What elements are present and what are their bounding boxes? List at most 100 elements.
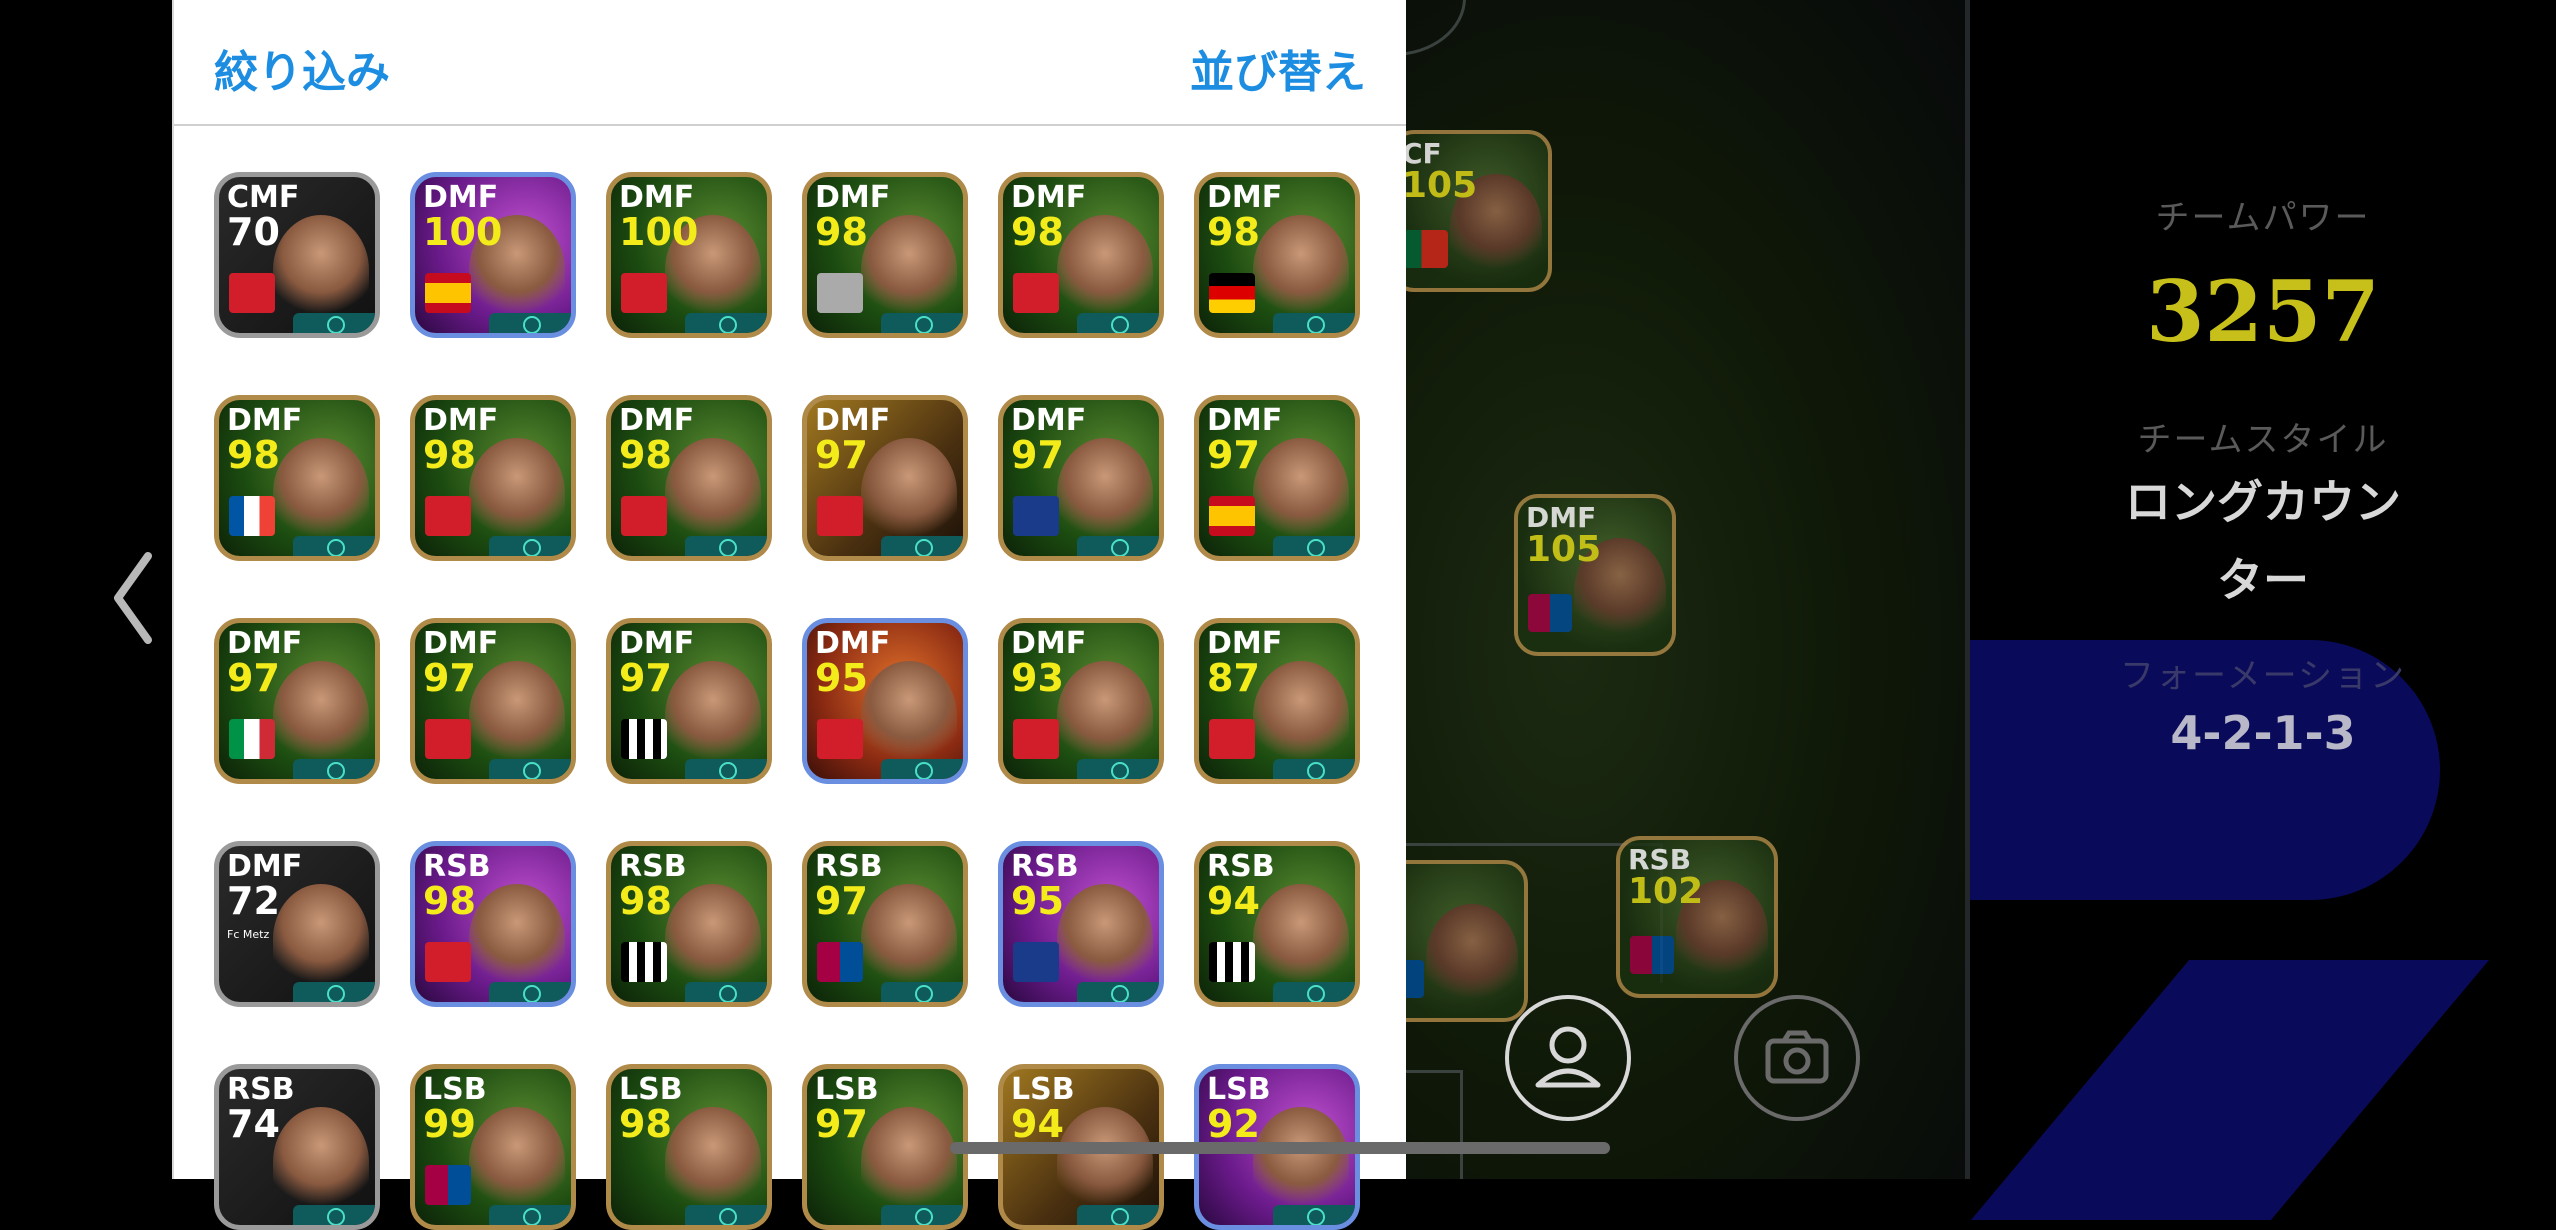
player-position: DMF <box>227 849 303 884</box>
player-rating: 98 <box>619 879 672 923</box>
player-rating: 95 <box>1011 879 1064 923</box>
player-portrait <box>469 884 565 994</box>
player-portrait <box>665 661 761 771</box>
club-crest-icon <box>1013 719 1059 759</box>
player-position: DMF <box>1011 403 1087 438</box>
pitch-player-card[interactable]: DMF 105 <box>1514 494 1676 656</box>
player-rating: 100 <box>619 210 699 254</box>
pitch-line <box>1460 1070 1463 1179</box>
home-indicator[interactable] <box>950 1142 1610 1154</box>
player-card[interactable]: RSB 94 <box>1194 841 1360 1007</box>
player-rating: 98 <box>227 433 280 477</box>
player-card[interactable]: CMF 70 <box>214 172 380 338</box>
player-card[interactable]: DMF 100 <box>410 172 576 338</box>
player-card[interactable]: LSB 98 <box>606 1064 772 1230</box>
player-card[interactable]: DMF 98 <box>1194 172 1360 338</box>
player-portrait <box>1253 438 1349 548</box>
skill-strip <box>1273 759 1355 779</box>
player-card[interactable]: RSB 98 <box>410 841 576 1007</box>
club-crest-icon <box>621 719 667 759</box>
player-rating: 95 <box>815 656 868 700</box>
player-position: LSB <box>1207 1072 1271 1107</box>
player-portrait <box>469 438 565 548</box>
team-power-label: チームパワー <box>2155 198 2371 238</box>
player-card[interactable]: DMF 97 <box>1194 395 1360 561</box>
skill-strip <box>881 313 963 333</box>
player-portrait <box>1057 884 1153 994</box>
player-portrait <box>1057 661 1153 771</box>
club-crest-icon <box>229 1165 275 1205</box>
player-card[interactable]: DMF 97 <box>410 618 576 784</box>
skill-strip <box>1273 536 1355 556</box>
player-card[interactable]: DMF 72 Fc Metz <box>214 841 380 1007</box>
club-crest-icon <box>817 496 863 536</box>
player-portrait <box>665 438 761 548</box>
player-portrait <box>273 215 369 325</box>
camera-button[interactable] <box>1734 995 1860 1121</box>
team-style-value-line1: ロングカウン <box>2125 475 2401 529</box>
player-card[interactable]: DMF 97 <box>606 618 772 784</box>
club-crest-icon <box>425 719 471 759</box>
player-card[interactable]: DMF 87 <box>1194 618 1360 784</box>
player-position: DMF <box>423 626 499 661</box>
club-crest-icon <box>817 273 863 313</box>
club-crest-icon <box>1630 936 1674 974</box>
player-card[interactable]: DMF 95 <box>802 618 968 784</box>
skill-strip <box>489 1205 571 1225</box>
player-rating: 97 <box>1207 433 1260 477</box>
skill-strip <box>881 536 963 556</box>
player-card[interactable]: RSB 97 <box>802 841 968 1007</box>
club-crest-icon <box>817 719 863 759</box>
player-portrait <box>861 438 957 548</box>
player-card[interactable]: DMF 98 <box>802 172 968 338</box>
player-rating: 70 <box>227 210 280 254</box>
player-position: DMF <box>227 403 303 438</box>
player-card[interactable]: RSB 98 <box>606 841 772 1007</box>
player-portrait <box>665 1107 761 1217</box>
pitch-line <box>1400 1070 1460 1073</box>
player-card[interactable]: LSB 99 <box>410 1064 576 1230</box>
player-button[interactable] <box>1505 995 1631 1121</box>
player-position: DMF <box>815 626 891 661</box>
player-card[interactable]: RSB 95 <box>998 841 1164 1007</box>
player-position: RSB <box>1207 849 1275 884</box>
player-card[interactable]: LSB 97 <box>802 1064 968 1230</box>
skill-strip <box>489 536 571 556</box>
skill-strip <box>685 536 767 556</box>
player-position: RSB <box>619 849 687 884</box>
player-card[interactable]: DMF 98 <box>214 395 380 561</box>
skill-strip <box>881 1205 963 1225</box>
skill-strip <box>1273 313 1355 333</box>
pitch-player-card[interactable]: RSB 102 <box>1616 836 1778 998</box>
player-position: RSB <box>227 1072 295 1107</box>
player-card[interactable]: DMF 98 <box>606 395 772 561</box>
player-card[interactable]: DMF 93 <box>998 618 1164 784</box>
pitch-player-card[interactable]: CF 105 <box>1390 130 1552 292</box>
sort-button[interactable]: 並び替え <box>1190 36 1366 100</box>
filter-button[interactable]: 絞り込み <box>214 36 390 100</box>
player-portrait <box>1057 215 1153 325</box>
camera-icon <box>1765 1030 1829 1084</box>
player-card[interactable]: DMF 97 <box>802 395 968 561</box>
skill-strip <box>1077 313 1159 333</box>
club-crest-icon <box>1209 1165 1255 1205</box>
chevron-left-icon[interactable] <box>104 548 164 648</box>
player-rating: 98 <box>619 433 672 477</box>
player-card[interactable]: DMF 98 <box>410 395 576 561</box>
player-rating: 98 <box>423 879 476 923</box>
player-position: RSB <box>1628 843 1692 876</box>
skill-strip <box>685 982 767 1002</box>
player-card[interactable]: DMF 100 <box>606 172 772 338</box>
player-card[interactable]: DMF 97 <box>998 395 1164 561</box>
player-rating: 98 <box>1207 210 1260 254</box>
player-rating: 97 <box>423 656 476 700</box>
skill-strip <box>293 982 375 1002</box>
player-card[interactable]: DMF 97 <box>214 618 380 784</box>
club-crest-icon <box>229 942 275 982</box>
player-card[interactable]: RSB 74 <box>214 1064 380 1230</box>
skill-strip <box>1077 1205 1159 1225</box>
player-rating: 97 <box>227 656 280 700</box>
player-position: DMF <box>619 403 695 438</box>
player-portrait <box>1426 904 1518 1010</box>
player-card[interactable]: DMF 98 <box>998 172 1164 338</box>
